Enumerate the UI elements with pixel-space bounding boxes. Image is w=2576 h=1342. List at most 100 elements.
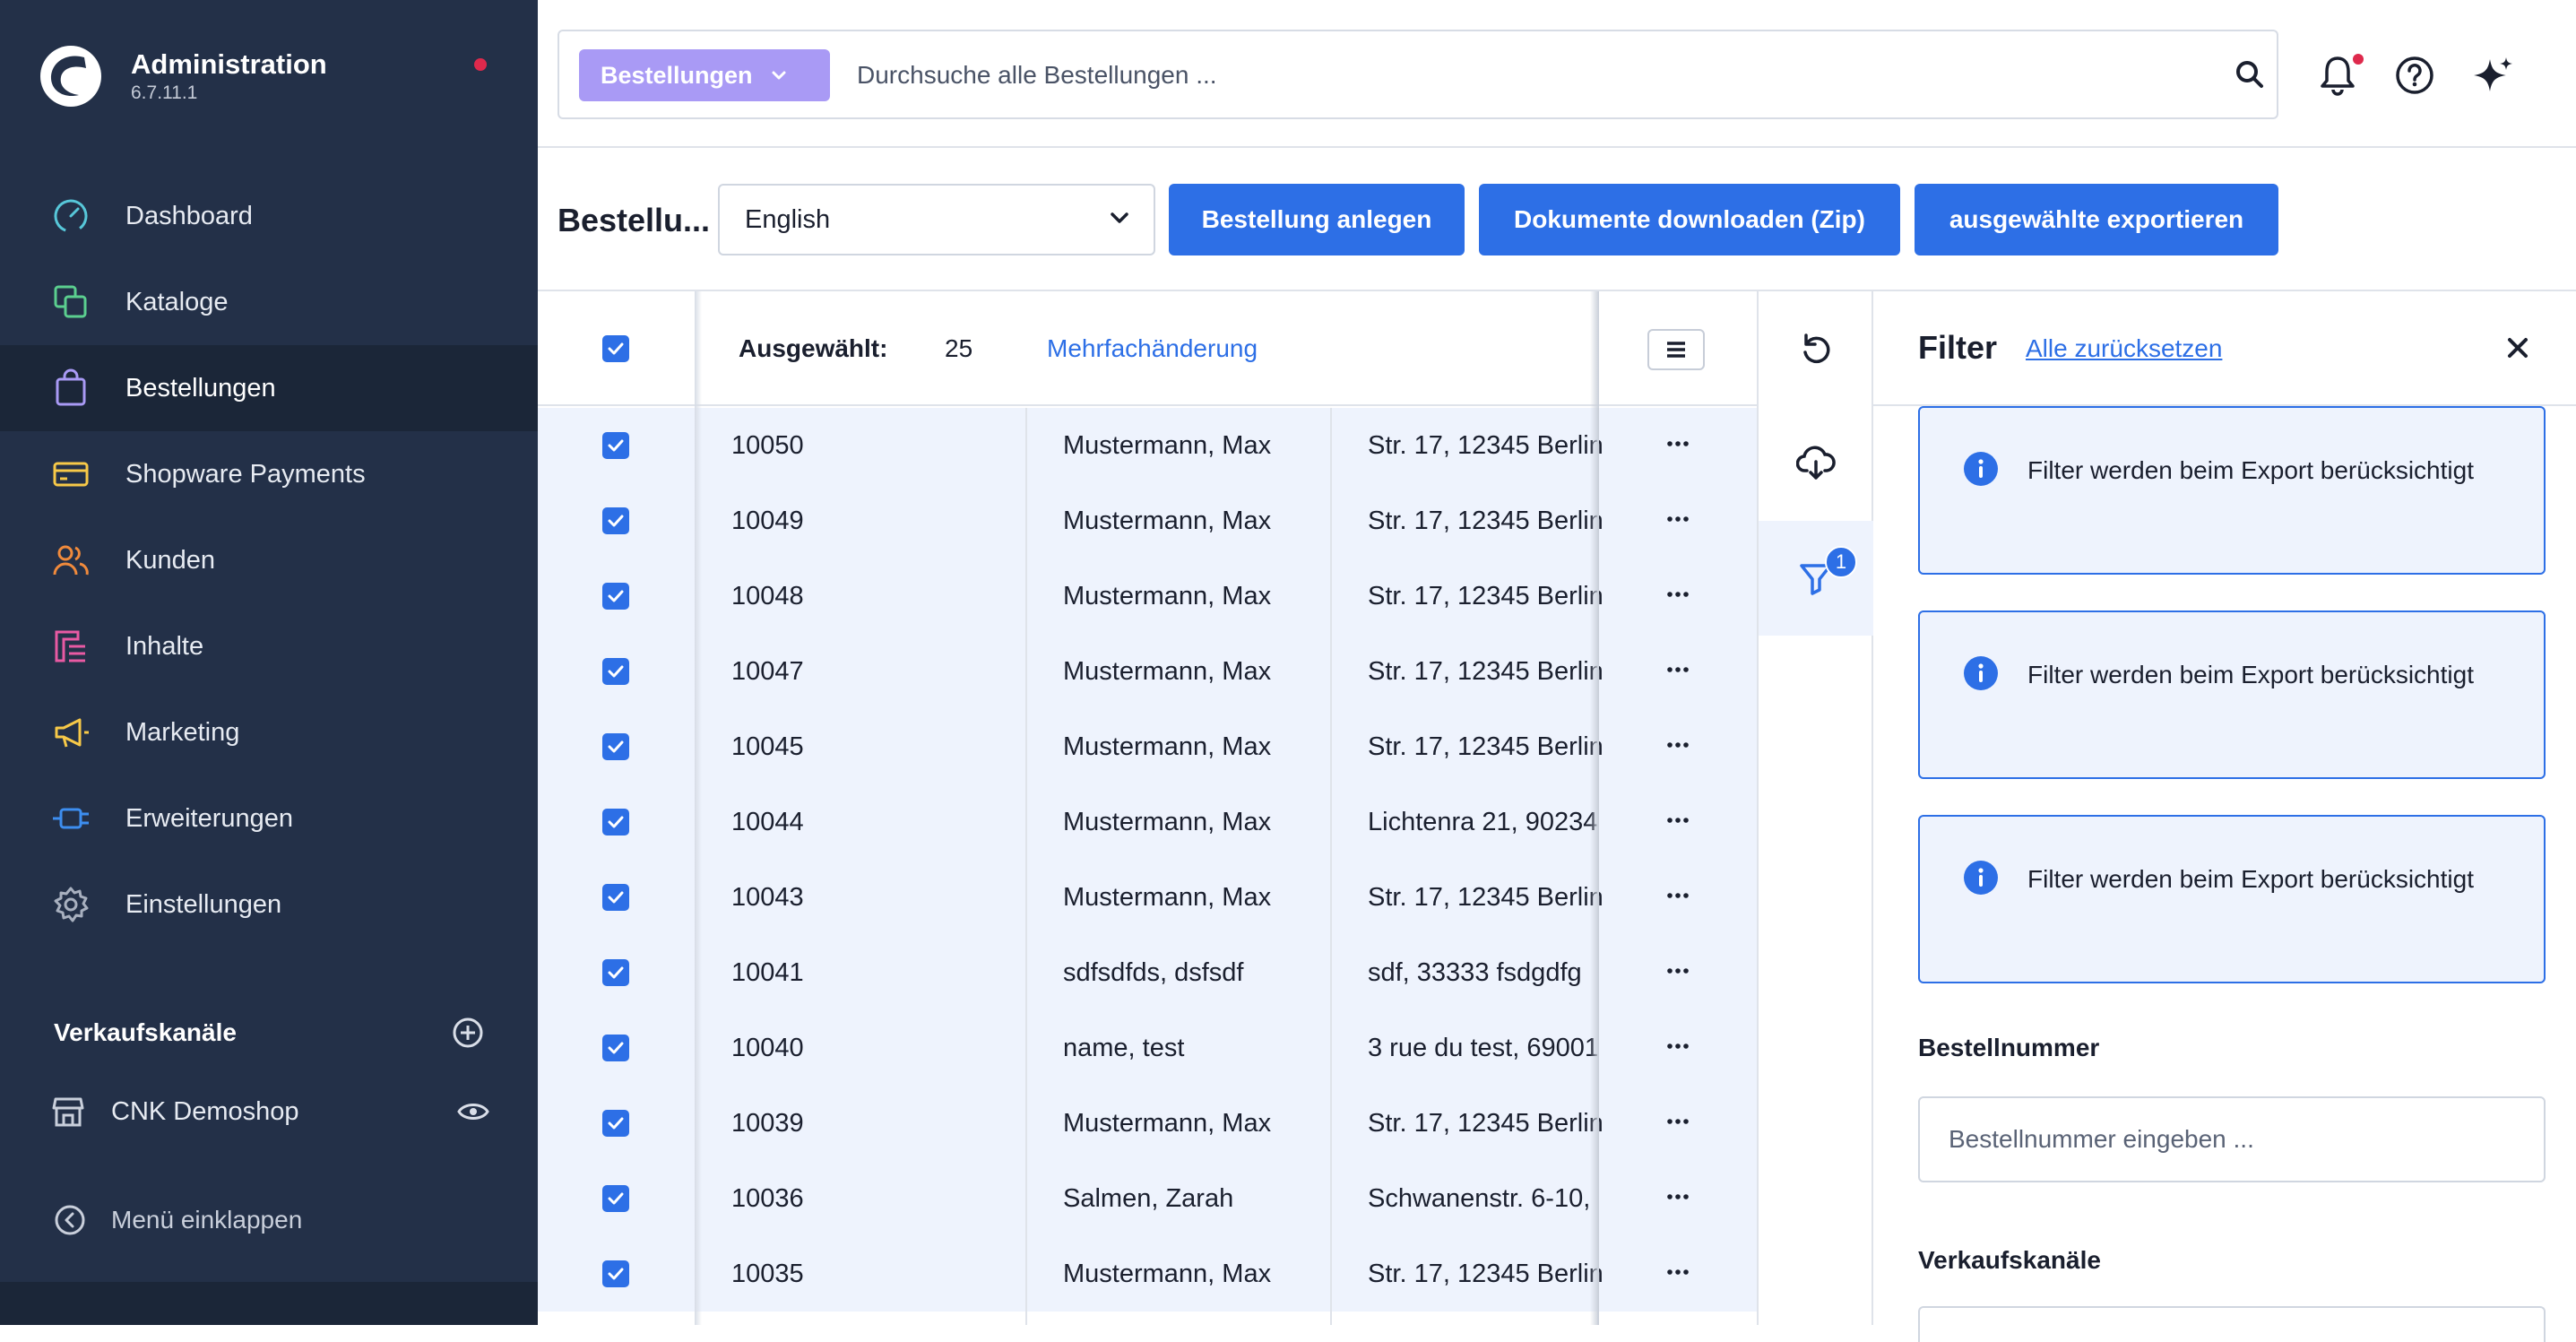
eye-icon[interactable] — [457, 1101, 489, 1122]
row-checkbox[interactable] — [602, 1260, 629, 1287]
customer-name-cell: Mustermann, Max — [1063, 1260, 1272, 1288]
sidebar-item-marketing[interactable]: Marketing — [0, 689, 538, 775]
table-row[interactable]: 10045 Mustermann, Max Str. 17, 12345 Berli… — [538, 709, 1757, 784]
row-actions-button[interactable] — [1665, 732, 1690, 758]
sidebar-item-einstellungen[interactable]: Einstellungen — [0, 861, 538, 948]
row-actions-button[interactable] — [1665, 1260, 1690, 1285]
table-row[interactable]: 10040 name, test 3 rue du test, 69001 — [538, 1010, 1757, 1086]
row-actions-button[interactable] — [1665, 1034, 1690, 1059]
order-number-cell[interactable]: 10045 — [731, 732, 804, 762]
row-actions-button[interactable] — [1665, 883, 1690, 908]
row-checkbox[interactable] — [602, 583, 629, 610]
table-row[interactable]: 10050 Mustermann, Max Str. 17, 12345 Berli… — [538, 408, 1757, 483]
row-checkbox[interactable] — [602, 507, 629, 534]
more-dots-icon — [1667, 441, 1689, 446]
order-number-cell[interactable]: 10047 — [731, 657, 804, 687]
order-number-cell[interactable]: 10039 — [731, 1109, 804, 1139]
order-number-cell[interactable]: 10050 — [731, 431, 804, 461]
sparkle-ai-icon[interactable] — [2472, 54, 2515, 97]
table-row[interactable]: 10043 Mustermann, Max Str. 17, 12345 Berli… — [538, 860, 1757, 935]
row-checkbox[interactable] — [602, 809, 629, 836]
order-number-cell[interactable]: 10044 — [731, 808, 804, 837]
row-actions-button[interactable] — [1665, 1184, 1690, 1209]
more-dots-icon — [1667, 1194, 1689, 1199]
order-number-cell[interactable]: 10036 — [731, 1184, 804, 1214]
order-number-input[interactable] — [1918, 1096, 2546, 1182]
table-row[interactable]: 10047 Mustermann, Max Str. 17, 12345 Berli… — [538, 634, 1757, 709]
add-sales-channel-icon[interactable] — [452, 1017, 484, 1049]
bulk-edit-link[interactable]: Mehrfachänderung — [1047, 334, 1258, 363]
customer-name-cell: Mustermann, Max — [1063, 808, 1272, 836]
brand[interactable]: Administration 6.7.11.1 — [39, 45, 327, 108]
download-button[interactable] — [1759, 406, 1873, 521]
row-actions-button[interactable] — [1665, 582, 1690, 607]
sidebar-item-erweiterungen[interactable]: Erweiterungen — [0, 775, 538, 861]
global-search: Bestellungen — [558, 30, 2278, 119]
row-checkbox[interactable] — [602, 1185, 629, 1212]
search-input[interactable] — [857, 55, 2165, 96]
sidebar-item-kataloge[interactable]: Kataloge — [0, 259, 538, 345]
chevron-left-circle-icon — [55, 1205, 85, 1235]
row-actions-button[interactable] — [1665, 808, 1690, 833]
collapse-menu-button[interactable]: Menü einklappen — [54, 1204, 302, 1236]
table-row[interactable]: 10039 Mustermann, Max Str. 17, 12345 Berli… — [538, 1086, 1757, 1161]
help-icon[interactable] — [2395, 56, 2434, 95]
main-navigation: Dashboard Kataloge Bestellungen Shopware… — [0, 173, 538, 948]
download-documents-button[interactable]: Dokumente downloaden (Zip) — [1479, 184, 1900, 255]
page-title: Bestellu... — [558, 202, 711, 238]
table-row[interactable]: 10041 sdfsdfds, dsfsdf sdf, 33333 fsdgdfg — [538, 935, 1757, 1010]
row-checkbox[interactable] — [602, 1110, 629, 1137]
table-row[interactable]: 10049 Mustermann, Max Str. 17, 12345 Berli… — [538, 483, 1757, 558]
search-button[interactable] — [2234, 58, 2266, 91]
bell-icon[interactable] — [2318, 54, 2357, 97]
row-checkbox[interactable] — [602, 733, 629, 760]
sidebar-item-label: Bestellungen — [125, 373, 276, 403]
language-select[interactable]: English — [718, 184, 1155, 255]
sales-channel-cnk-demoshop[interactable]: CNK Demoshop — [50, 1094, 489, 1130]
customer-name-cell: Mustermann, Max — [1063, 732, 1272, 761]
row-actions-button[interactable] — [1665, 506, 1690, 532]
order-number-cell[interactable]: 10040 — [731, 1034, 804, 1063]
refresh-button[interactable] — [1759, 291, 1873, 406]
row-actions-button[interactable] — [1665, 431, 1690, 456]
order-number-cell[interactable]: 10041 — [731, 958, 804, 988]
table-row[interactable]: 10048 Mustermann, Max Str. 17, 12345 Berli… — [538, 558, 1757, 634]
reset-all-filters-link[interactable]: Alle zurücksetzen — [2026, 334, 2222, 363]
sidebar-item-dashboard[interactable]: Dashboard — [0, 173, 538, 259]
table-row[interactable]: 10044 Mustermann, Max Lichtenra 21, 90234 — [538, 784, 1757, 860]
order-number-cell[interactable]: 10043 — [731, 883, 804, 913]
row-actions-button[interactable] — [1665, 1109, 1690, 1134]
row-actions-button[interactable] — [1665, 958, 1690, 983]
order-number-cell[interactable]: 10035 — [731, 1260, 804, 1289]
column-settings-button[interactable] — [1647, 329, 1705, 370]
sales-channels-filter-label: Verkaufskanäle — [1918, 1246, 2101, 1274]
sidebar-item-inhalte[interactable]: Inhalte — [0, 603, 538, 689]
more-dots-icon — [1667, 818, 1689, 823]
sidebar-item-kunden[interactable]: Kunden — [0, 517, 538, 603]
more-dots-icon — [1667, 1043, 1689, 1049]
filter-toggle-button[interactable]: 1 — [1759, 521, 1873, 636]
row-checkbox[interactable] — [602, 1035, 629, 1061]
export-selected-button[interactable]: ausgewählte exportieren — [1915, 184, 2278, 255]
credit-card-icon — [53, 462, 89, 487]
row-checkbox[interactable] — [602, 884, 629, 911]
sidebar-item-shopware-payments[interactable]: Shopware Payments — [0, 431, 538, 517]
select-all-checkbox[interactable] — [602, 335, 629, 362]
sidebar-footer — [0, 1282, 538, 1325]
row-actions-button[interactable] — [1665, 657, 1690, 682]
order-number-cell[interactable]: 10048 — [731, 582, 804, 611]
row-checkbox[interactable] — [602, 432, 629, 459]
row-checkbox[interactable] — [602, 658, 629, 685]
table-row[interactable]: 10035 Mustermann, Max Str. 17, 12345 Berli… — [538, 1236, 1757, 1312]
sales-channels-select[interactable] — [1918, 1306, 2546, 1342]
row-checkbox[interactable] — [602, 959, 629, 986]
content-icon — [55, 630, 85, 662]
checkmark-icon — [608, 665, 624, 678]
create-order-button[interactable]: Bestellung anlegen — [1169, 184, 1465, 255]
order-number-cell[interactable]: 10049 — [731, 506, 804, 536]
search-type-select[interactable]: Bestellungen — [579, 49, 830, 101]
cloud-download-icon — [1796, 446, 1836, 480]
table-row[interactable]: 10036 Salmen, Zarah Schwanenstr. 6-10, — [538, 1161, 1757, 1236]
close-icon[interactable] — [2504, 334, 2531, 361]
sidebar-item-bestellungen[interactable]: Bestellungen — [0, 345, 538, 431]
